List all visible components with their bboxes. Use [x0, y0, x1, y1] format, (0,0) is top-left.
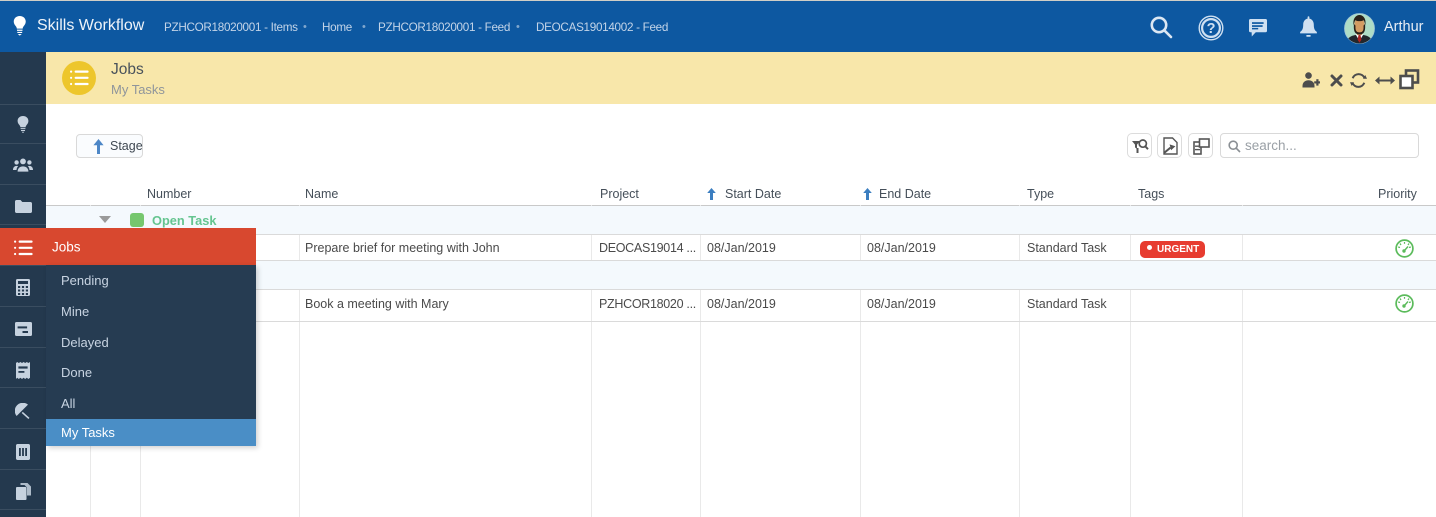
svg-text:?: ?	[1207, 21, 1216, 37]
